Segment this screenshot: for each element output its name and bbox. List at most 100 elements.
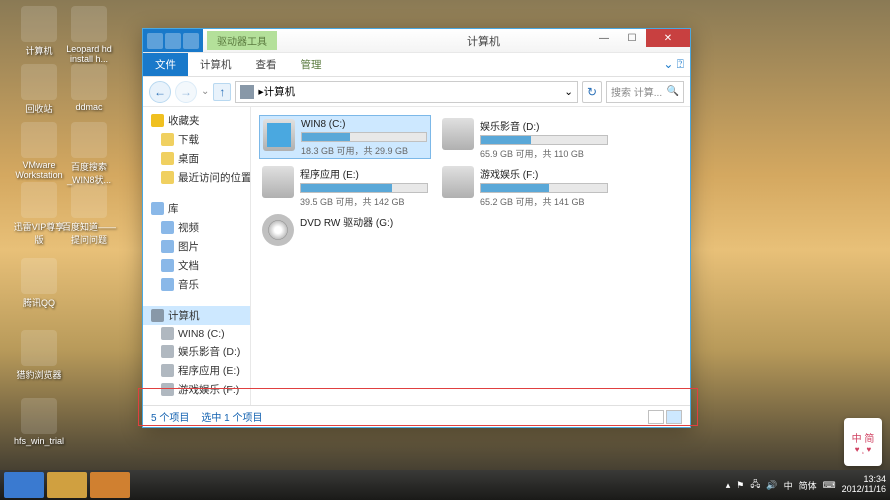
tray-network-icon[interactable]: 🖧 [750,477,760,493]
desktop-icon[interactable]: ddmac [62,64,116,112]
tree-node[interactable]: 游戏娱乐 (F:) [143,380,250,399]
nav-tree[interactable]: 收藏夹下载桌面最近访问的位置库视频图片文档音乐计算机 WIN8 (C:) 娱乐影音 … [143,107,251,405]
app-icon [21,258,57,294]
folder-icon [161,383,174,396]
app-icon [21,398,57,434]
tree-node[interactable]: 程序应用 (E:) [143,361,250,380]
drive-tile[interactable]: DVD RW 驱动器 (G:) [259,211,431,255]
desktop-icon[interactable]: 计算机 [12,6,66,57]
desktop-icon[interactable]: 百度知道——提问问题 [62,182,116,246]
tree-node[interactable]: 音乐 [143,275,250,294]
desktop-icon-label: hfs_win_trial [12,436,66,446]
refresh-button[interactable]: ↻ [582,81,602,103]
taskbar-app-ie[interactable] [4,472,44,498]
desktop-icon[interactable]: 回收站 [12,64,66,115]
tree-node-label: 计算机 [168,308,200,323]
quick-access-toolbar [143,29,203,52]
folder-icon [151,309,164,322]
tree-node[interactable]: 库 [143,199,250,218]
back-button[interactable]: ← [149,81,171,103]
folder-icon [161,259,174,272]
close-button[interactable]: ✕ [646,29,690,47]
computer-icon [240,85,254,99]
drive-tile[interactable]: 娱乐影音 (D:)65.9 GB 可用，共 110 GB [439,115,611,159]
tray-up-icon[interactable]: ▴ [726,480,731,491]
tray-keyboard-icon[interactable]: ⌨ [823,480,836,491]
tree-node[interactable]: 视频 [143,218,250,237]
tree-node[interactable]: 最近访问的位置 [143,168,250,187]
drive-tile[interactable]: 游戏娱乐 (F:)65.2 GB 可用，共 141 GB [439,163,611,207]
drive-name: 游戏娱乐 (F:) [480,166,608,181]
tree-node-label: WIN8 (C:) [178,328,225,340]
desktop-icon-label: VMware Workstation [12,160,66,180]
folder-icon [161,278,174,291]
address-crumb[interactable]: 计算机 [264,84,296,99]
qat-icon[interactable] [147,33,163,49]
nav-row: ← → ⌄ ↑ ▸ 计算机 ⌄ ↻ 搜索 计算...🔍 [143,77,690,107]
qat-new-folder-icon[interactable] [183,33,199,49]
tray-flag-icon[interactable]: ⚑ [736,480,744,491]
tray-date[interactable]: 2012/11/16 [842,485,886,495]
desktop-icon[interactable]: 腾讯QQ [12,258,66,309]
tree-node-label: 桌面 [178,151,199,166]
tree-node-label: 收藏夹 [168,113,200,128]
tray-ime-lang[interactable]: 中 [784,479,793,492]
folder-icon [161,171,174,184]
desktop-icon-label: 百度知道——提问问题 [62,220,116,246]
app-icon [21,330,57,366]
desktop-icon-label: ddmac [62,102,116,112]
tab-manage[interactable]: 管理 [289,53,334,76]
tray-ime-mode[interactable]: 简体 [799,479,817,492]
folder-icon [161,152,174,165]
forward-button[interactable]: → [175,81,197,103]
search-icon: 🔍 [667,86,679,97]
tree-node[interactable]: 娱乐影音 (D:) [143,342,250,361]
minimize-button[interactable]: — [590,29,618,47]
content-pane[interactable]: WIN8 (C:)18.3 GB 可用，共 29.9 GB娱乐影音 (D:)65… [251,107,690,405]
ime-float-panel[interactable]: 中 简 ♥ ¸ ♥ [844,418,882,466]
search-input[interactable]: 搜索 计算...🔍 [606,81,684,103]
up-button[interactable]: ↑ [213,83,231,101]
qat-properties-icon[interactable] [165,33,181,49]
tray-volume-icon[interactable]: 🔊 [766,480,777,491]
tree-node[interactable]: 收藏夹 [143,111,250,130]
drive-tile[interactable]: 程序应用 (E:)39.5 GB 可用，共 142 GB [259,163,431,207]
app-icon [21,6,57,42]
desktop-icon[interactable]: hfs_win_trial [12,398,66,446]
drive-free-text: 65.9 GB 可用，共 110 GB [480,147,608,160]
desktop-icon-label: 猎豹浏览器 [12,368,66,381]
desktop-icon[interactable]: Leopard hd install h... [62,6,116,64]
maximize-button[interactable]: ☐ [618,29,646,47]
titlebar[interactable]: 驱动器工具 计算机 — ☐ ✕ [143,29,690,53]
tab-file[interactable]: 文件 [143,53,188,76]
tab-view[interactable]: 查看 [244,53,289,76]
tree-node[interactable]: 桌面 [143,149,250,168]
address-bar[interactable]: ▸ 计算机 ⌄ [235,81,578,103]
tree-node-label: 游戏娱乐 (F:) [178,382,239,397]
tree-node[interactable]: 计算机 [143,306,250,325]
tree-node[interactable]: WIN8 (C:) [143,325,250,342]
taskbar[interactable]: ▴ ⚑ 🖧 🔊 中 简体 ⌨ 13:34 2012/11/16 [0,470,890,500]
folder-icon [161,364,174,377]
help-icon[interactable]: ⌄ ⍰ [663,57,684,72]
desktop-icon-label: 计算机 [12,44,66,57]
tree-node[interactable]: 文档 [143,256,250,275]
app-icon [71,182,107,218]
desktop-icon[interactable]: 猎豹浏览器 [12,330,66,381]
tree-node-label: 程序应用 (E:) [178,363,240,378]
tiles-view-button[interactable] [666,410,682,424]
drive-icon [262,166,294,198]
taskbar-app-vmware[interactable] [90,472,130,498]
tree-node[interactable]: 下载 [143,130,250,149]
details-view-button[interactable] [648,410,664,424]
history-dropdown-icon[interactable]: ⌄ [201,86,209,97]
desktop-icon[interactable]: 迅雷VIP尊享版 [12,182,66,246]
tree-node[interactable]: 图片 [143,237,250,256]
desktop-icon[interactable]: VMware Workstation [12,122,66,180]
folder-icon [161,345,174,358]
contextual-tab-drive-tools[interactable]: 驱动器工具 [207,31,277,50]
tab-computer[interactable]: 计算机 [188,53,244,76]
taskbar-app-explorer[interactable] [47,472,87,498]
drive-tile[interactable]: WIN8 (C:)18.3 GB 可用，共 29.9 GB [259,115,431,159]
desktop-icon[interactable]: 百度搜索_WIN8状... [62,122,116,186]
